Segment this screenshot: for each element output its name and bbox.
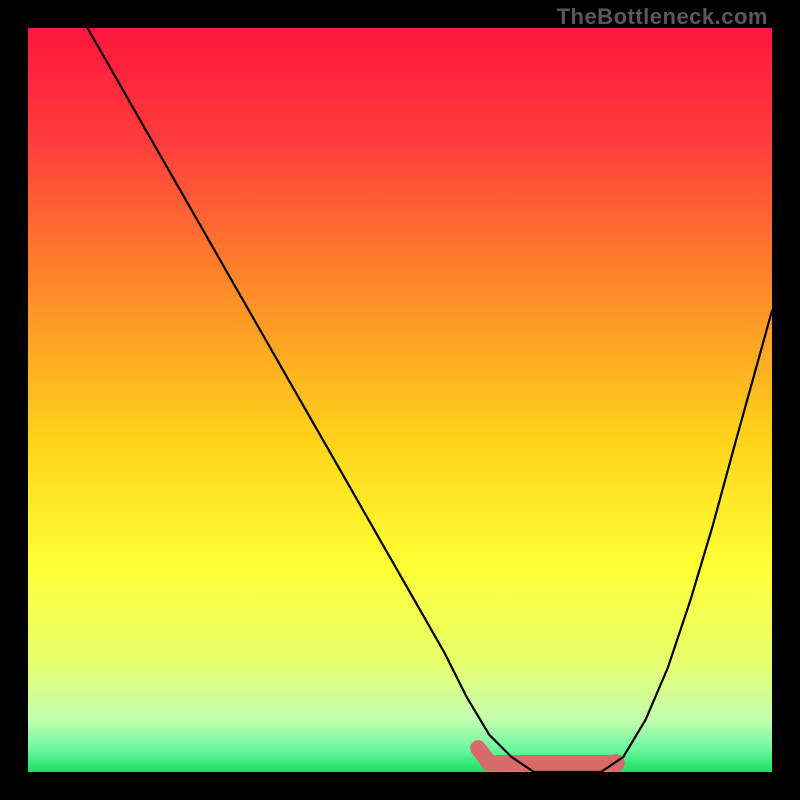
optimal-range-band-cap-left — [478, 748, 489, 763]
chart-frame: TheBottleneck.com — [0, 0, 800, 800]
chart-svg — [28, 28, 772, 772]
watermark-text: TheBottleneck.com — [557, 4, 768, 30]
chart-plot-area — [28, 28, 772, 772]
gradient-background — [28, 28, 772, 772]
